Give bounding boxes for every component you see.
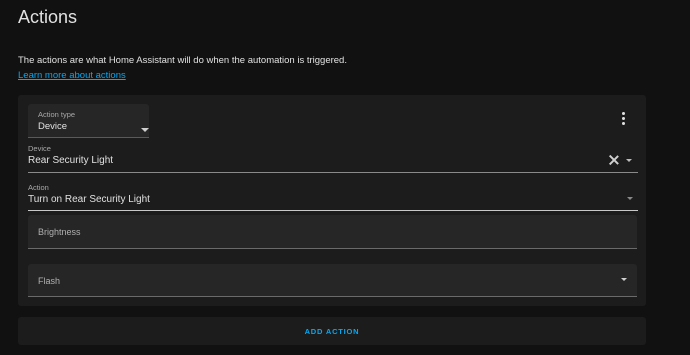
flash-select[interactable]: Flash — [28, 264, 637, 297]
chevron-down-icon[interactable] — [626, 159, 632, 162]
action-picker[interactable]: Action Turn on Rear Security Light — [28, 183, 638, 211]
action-label: Action — [28, 183, 49, 192]
action-card: Action type Device Device Rear Security … — [18, 95, 646, 306]
more-vertical-icon[interactable] — [618, 112, 628, 126]
chevron-down-icon — [621, 278, 627, 281]
action-value: Turn on Rear Security Light — [28, 194, 150, 205]
action-type-label: Action type — [38, 110, 76, 119]
add-action-button[interactable]: ADD ACTION — [18, 327, 646, 336]
chevron-down-icon[interactable] — [627, 197, 633, 200]
device-value: Rear Security Light — [28, 155, 114, 166]
section-description: The actions are what Home Assistant will… — [18, 55, 347, 66]
learn-more-link[interactable]: Learn more about actions — [18, 70, 126, 81]
add-action-card[interactable]: ADD ACTION — [18, 317, 646, 345]
action-type-value: Device — [38, 121, 68, 132]
close-icon[interactable] — [608, 154, 620, 166]
chevron-down-icon — [141, 128, 149, 132]
flash-label: Flash — [38, 276, 61, 286]
action-type-select[interactable]: Action type Device — [28, 104, 149, 138]
brightness-input[interactable]: Brightness — [28, 215, 637, 249]
device-picker[interactable]: Device Rear Security Light — [28, 144, 638, 173]
device-label: Device — [28, 144, 51, 153]
brightness-label: Brightness — [38, 227, 81, 237]
section-title: Actions — [18, 7, 78, 27]
